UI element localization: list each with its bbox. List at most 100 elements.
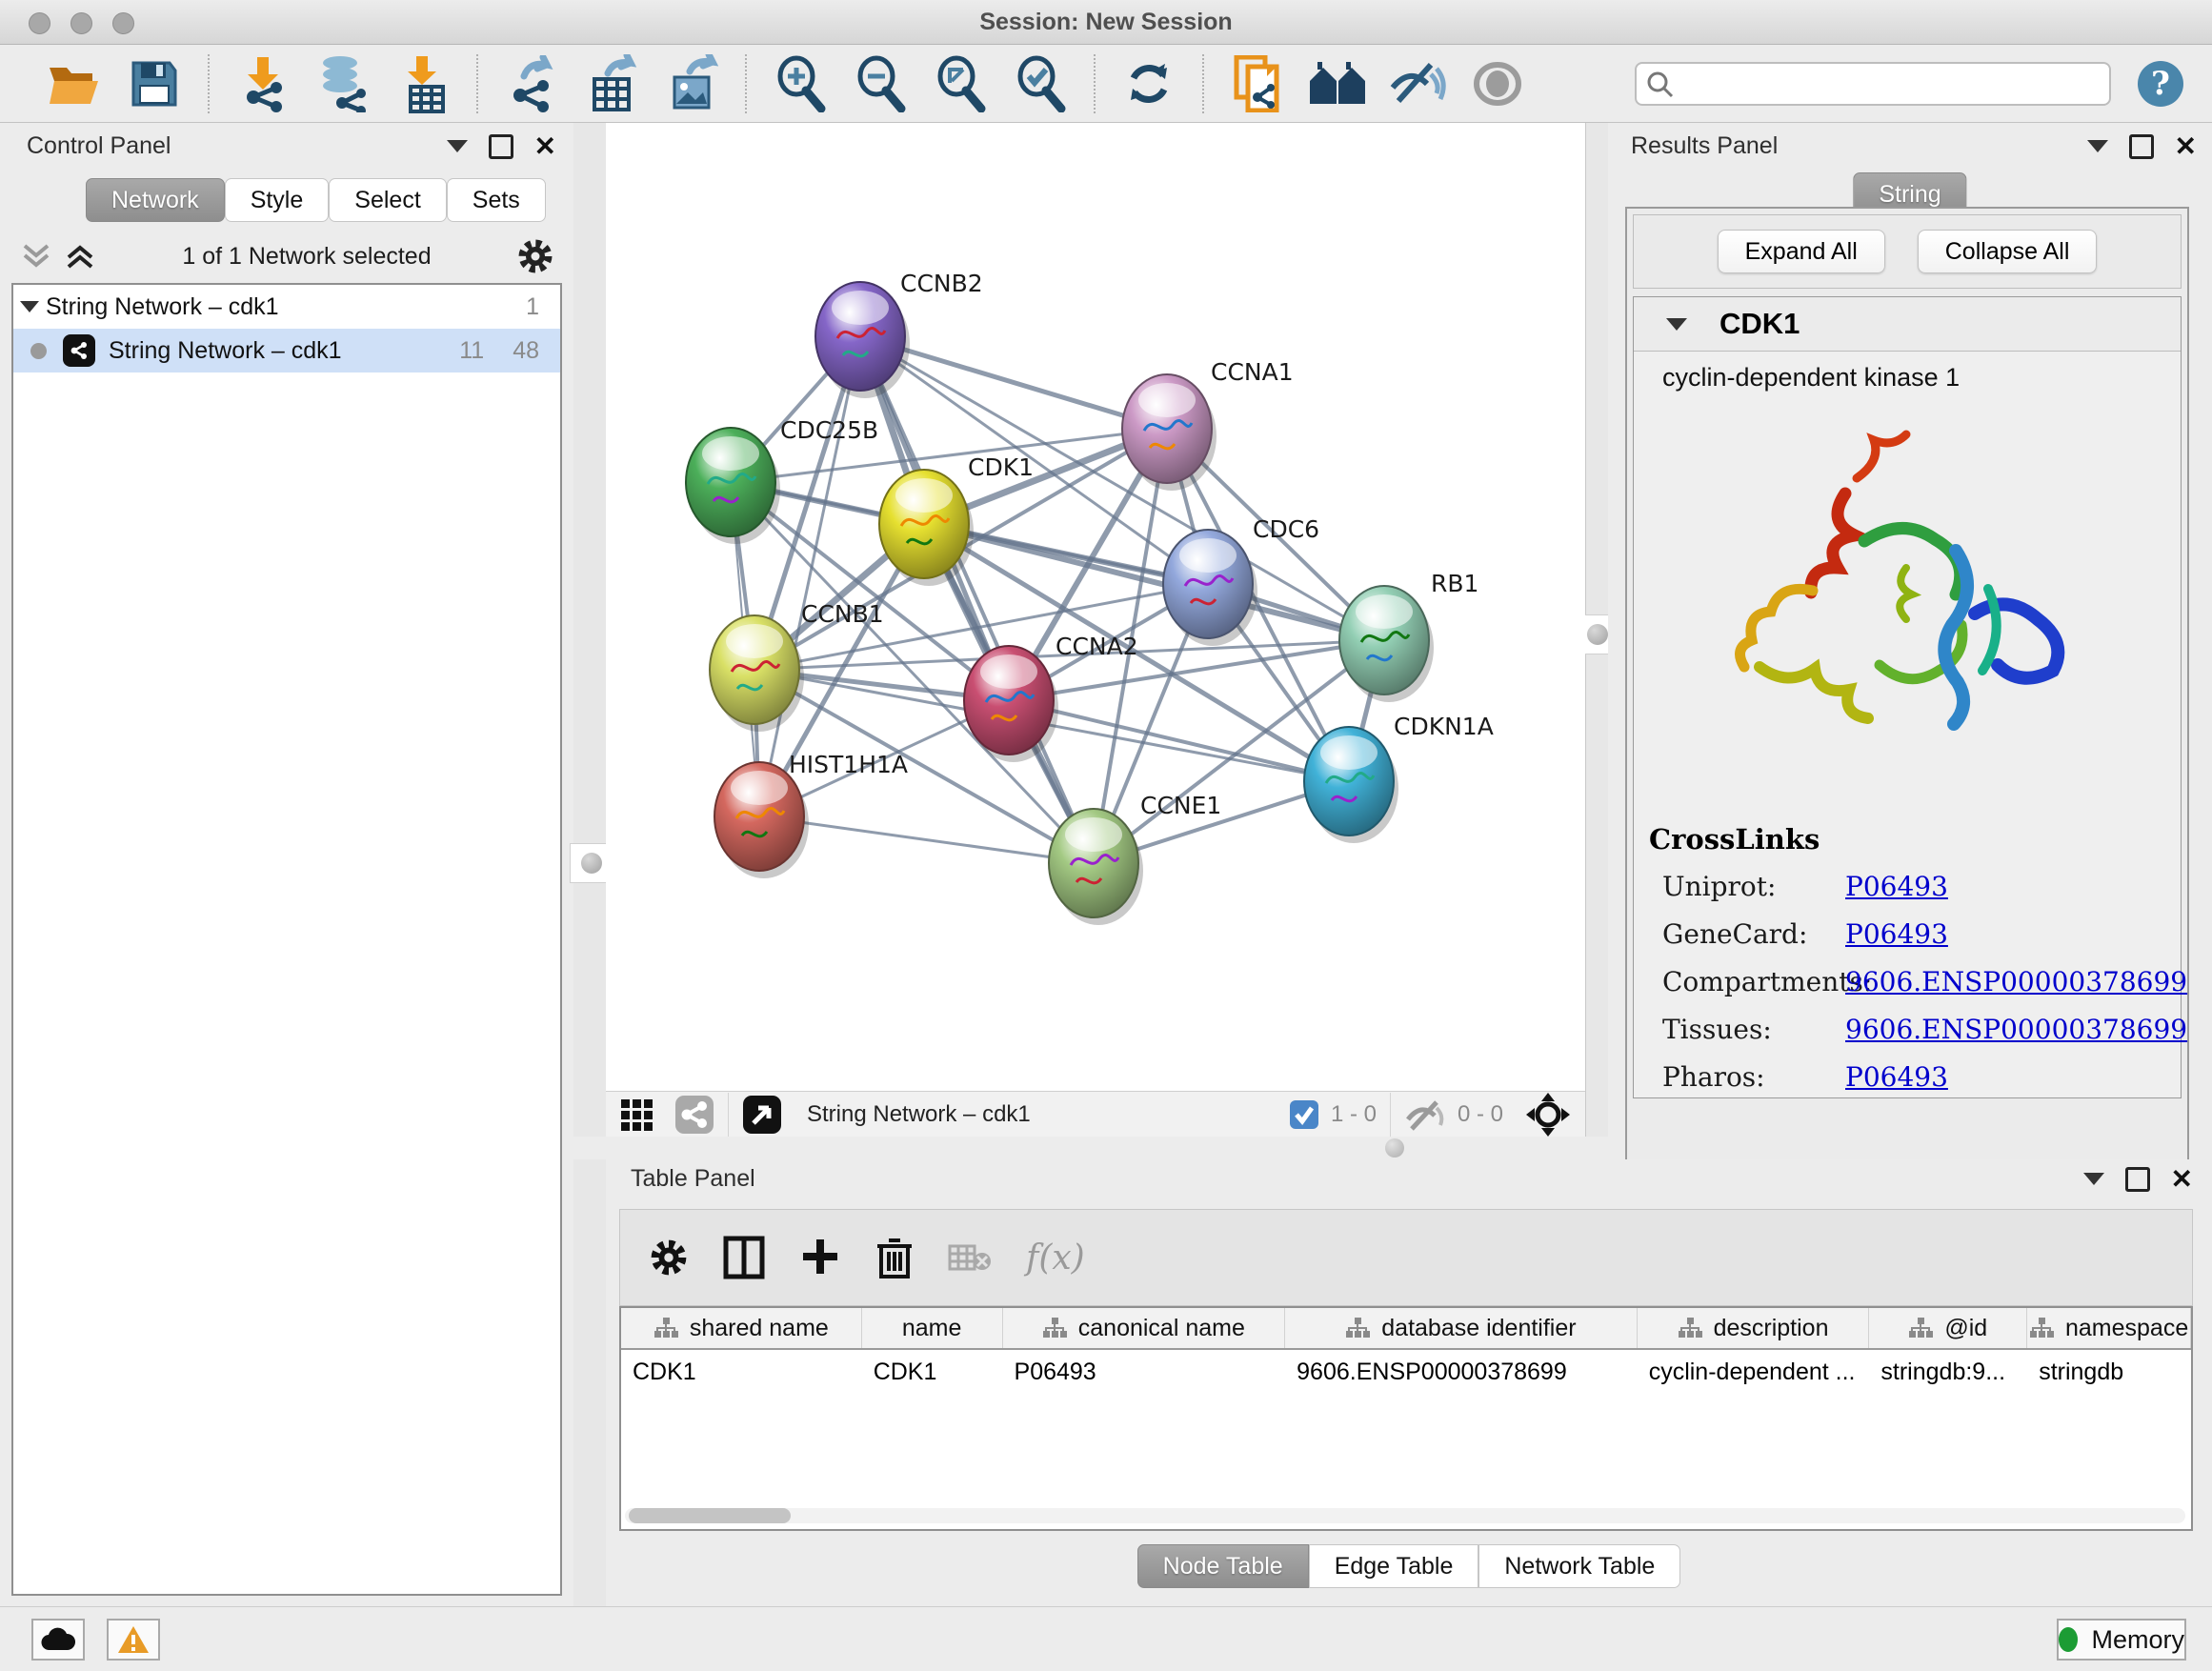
tab-edge-table[interactable]: Edge Table — [1309, 1544, 1479, 1588]
title-bar: Session: New Session — [0, 0, 2212, 45]
save-session-icon[interactable] — [124, 53, 185, 114]
network-row-selected[interactable]: String Network – cdk1 11 48 — [13, 329, 560, 372]
tab-style[interactable]: Style — [225, 178, 330, 222]
tab-sets[interactable]: Sets — [447, 178, 546, 222]
control-panel-tabs: Network Style Select Sets — [86, 178, 546, 222]
network-node-cdkn1a[interactable]: CDKN1A — [1304, 713, 1494, 843]
network-edge[interactable] — [759, 816, 1094, 863]
panel-menu-icon[interactable] — [2087, 140, 2108, 152]
cloud-button[interactable] — [31, 1619, 85, 1661]
network-node-rb1[interactable]: RB1 — [1339, 570, 1478, 702]
table-cell[interactable]: P06493 — [1003, 1350, 1286, 1394]
gear-icon[interactable] — [516, 237, 554, 275]
crosslink-link[interactable]: P06493 — [1845, 918, 1948, 950]
network-edge[interactable] — [860, 336, 1094, 863]
network-node-ccna2[interactable]: CCNA2 — [964, 633, 1138, 762]
refresh-icon[interactable] — [1118, 53, 1179, 114]
zoom-fit-icon[interactable] — [930, 53, 991, 114]
export-image-icon[interactable] — [661, 53, 722, 114]
close-panel-icon[interactable]: ✕ — [2171, 1170, 2193, 1189]
import-network-icon[interactable] — [232, 53, 293, 114]
column-header[interactable]: namespace — [2027, 1308, 2191, 1348]
warning-button[interactable] — [107, 1619, 160, 1661]
control-panel: Control Panel ✕ Network Style Select Set… — [0, 123, 573, 1606]
crosslink-link[interactable]: P06493 — [1845, 871, 1948, 902]
network-collection-row[interactable]: String Network – cdk1 1 — [13, 285, 560, 329]
column-header[interactable]: @id — [1869, 1308, 2027, 1348]
crosslinks-heading: CrossLinks — [1649, 823, 2187, 856]
tab-network-table[interactable]: Network Table — [1478, 1544, 1680, 1588]
import-database-icon[interactable] — [312, 53, 373, 114]
selected-checkbox-icon[interactable] — [1289, 1099, 1319, 1130]
zoom-selected-icon[interactable] — [1010, 53, 1071, 114]
column-header[interactable]: description — [1638, 1308, 1870, 1348]
crosslink-label: Compartments: — [1662, 966, 1845, 997]
open-session-icon[interactable] — [44, 53, 105, 114]
zoom-out-icon[interactable] — [850, 53, 911, 114]
crosslink-label: Pharos: — [1662, 1061, 1845, 1093]
zoom-in-icon[interactable] — [770, 53, 831, 114]
column-header[interactable]: shared name — [621, 1308, 862, 1348]
table-cell[interactable]: 9606.ENSP00000378699 — [1285, 1350, 1638, 1394]
grid-view-icon[interactable] — [619, 1096, 657, 1134]
float-panel-icon[interactable] — [2125, 1167, 2150, 1192]
search-input[interactable] — [1635, 62, 2111, 106]
tab-network[interactable]: Network — [86, 178, 225, 222]
close-panel-icon[interactable]: ✕ — [534, 137, 556, 156]
export-network-icon[interactable] — [501, 53, 562, 114]
close-panel-icon[interactable]: ✕ — [2175, 137, 2197, 156]
column-header[interactable]: name — [862, 1308, 1003, 1348]
collapse-all-icon[interactable] — [19, 240, 53, 272]
network-row-label: String Network – cdk1 — [109, 337, 342, 365]
expand-all-icon[interactable] — [63, 240, 97, 272]
tab-select[interactable]: Select — [329, 178, 446, 222]
expand-all-button[interactable]: Expand All — [1718, 230, 1885, 273]
horizontal-scrollbar[interactable] — [625, 1508, 2185, 1523]
toolbar-separator — [208, 54, 210, 113]
table-settings-gear-icon[interactable] — [649, 1238, 689, 1278]
delete-column-icon[interactable] — [875, 1235, 914, 1280]
birdseye-view-icon[interactable] — [742, 1095, 782, 1135]
node-table[interactable]: shared namenamecanonical namedatabase id… — [619, 1306, 2193, 1531]
crosslink-link[interactable]: P06493 — [1845, 1061, 1948, 1093]
show-columns-icon[interactable] — [723, 1236, 765, 1279]
network-canvas[interactable]: CCNB2CCNA1CDC25BCDK1CDC6RB1CCNB1CCNA2CDK… — [606, 123, 1585, 1091]
table-cell[interactable]: stringdb:9... — [1869, 1350, 2027, 1394]
panel-menu-icon[interactable] — [2083, 1173, 2104, 1185]
node-label: CCNB1 — [801, 600, 884, 628]
float-panel-icon[interactable] — [2129, 134, 2154, 159]
network-node-hist1h1a[interactable]: HIST1H1A — [714, 751, 908, 878]
import-table-icon[interactable] — [392, 53, 453, 114]
network-view-icon[interactable] — [674, 1095, 714, 1135]
crosslink-link[interactable]: 9606.ENSP00000378699 — [1845, 1014, 2187, 1045]
collapse-section-icon[interactable] — [1666, 318, 1687, 331]
tab-node-table[interactable]: Node Table — [1137, 1544, 1309, 1588]
network-node-ccnb2[interactable]: CCNB2 — [815, 270, 983, 398]
panel-menu-icon[interactable] — [447, 140, 468, 152]
clone-network-icon[interactable] — [1227, 53, 1288, 114]
collapse-all-button[interactable]: Collapse All — [1918, 230, 2098, 273]
help-button[interactable]: ? — [2138, 61, 2183, 107]
table-row[interactable]: CDK1CDK1P064939606.ENSP00000378699cyclin… — [621, 1350, 2191, 1394]
table-cell[interactable]: cyclin-dependent ... — [1638, 1350, 1870, 1394]
table-cell[interactable]: CDK1 — [621, 1350, 862, 1394]
table-cell[interactable]: CDK1 — [862, 1350, 1003, 1394]
show-icon[interactable] — [1467, 53, 1528, 114]
table-cell[interactable]: stringdb — [2027, 1350, 2191, 1394]
scrollbar-thumb[interactable] — [629, 1508, 791, 1523]
hide-icon[interactable] — [1387, 53, 1448, 114]
export-table-icon[interactable] — [581, 53, 642, 114]
column-type-icon — [1908, 1317, 1933, 1339]
network-node-ccne1[interactable]: CCNE1 — [1049, 792, 1221, 925]
network-node-cdc6[interactable]: CDC6 — [1163, 515, 1319, 646]
float-panel-icon[interactable] — [489, 134, 513, 159]
add-column-icon[interactable] — [799, 1236, 841, 1279]
memory-button[interactable]: Memory — [2057, 1619, 2186, 1661]
column-header[interactable]: canonical name — [1003, 1308, 1286, 1348]
crosslink-link[interactable]: 9606.ENSP00000378699 — [1845, 966, 2187, 997]
column-header[interactable]: database identifier — [1285, 1308, 1638, 1348]
fit-content-icon[interactable] — [1526, 1093, 1570, 1137]
network-edge[interactable] — [759, 336, 860, 816]
home-icon[interactable] — [1307, 53, 1368, 114]
splitter-handle[interactable] — [1385, 1138, 1404, 1158]
